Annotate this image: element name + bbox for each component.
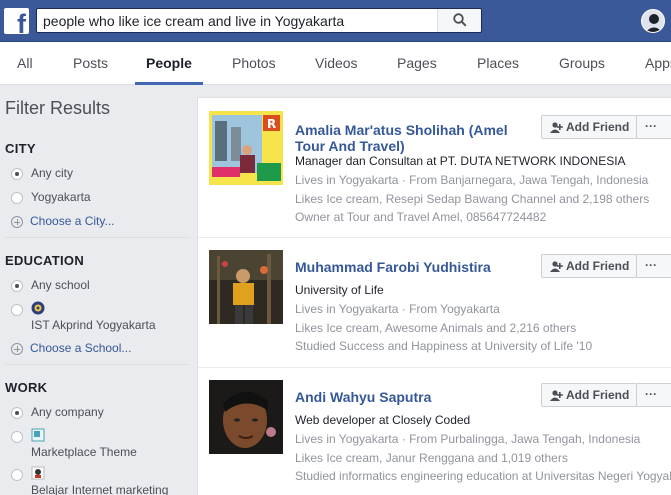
profile-photo[interactable]	[209, 380, 283, 454]
profile-photo[interactable]: R	[209, 111, 283, 185]
top-bar: f	[0, 0, 671, 42]
school-logo-icon	[31, 301, 45, 315]
radio-selected-icon	[11, 406, 23, 419]
result-card: R Amalia Mar'atus Sholihah (Amel Tour An…	[198, 98, 671, 237]
tab-apps[interactable]: Apps	[645, 42, 671, 85]
company-any-label: Any company	[31, 405, 104, 419]
city-option-any[interactable]: Any city	[11, 166, 73, 180]
filter-sidebar: Filter Results CITY Any city Yogyakarta …	[0, 86, 196, 495]
profile-avatar-icon[interactable]	[641, 9, 665, 33]
tab-people[interactable]: People	[135, 42, 203, 85]
school-option-akprind[interactable]: IST Akprind Yogyakarta	[11, 301, 156, 332]
add-friend-icon	[550, 390, 563, 401]
result-lives: Lives in Yogyakarta · From Purbalingga, …	[295, 432, 641, 446]
more-options-button[interactable]: ···	[636, 383, 671, 407]
result-name-link[interactable]: Muhammad Farobi Yudhistira	[295, 259, 525, 275]
more-dots-icon: ···	[645, 119, 657, 133]
tab-places[interactable]: Places	[477, 42, 519, 85]
add-friend-label: Add Friend	[566, 120, 630, 134]
company-logo-icon	[31, 466, 45, 480]
search-tabs: All Posts People Photos Videos Pages Pla…	[0, 42, 671, 85]
more-options-button[interactable]: ···	[636, 254, 671, 278]
result-card: Muhammad Farobi Yudhistira University of…	[198, 238, 671, 378]
tab-pages[interactable]: Pages	[397, 42, 437, 85]
tab-posts[interactable]: Posts	[73, 42, 108, 85]
add-friend-button[interactable]: Add Friend	[541, 115, 637, 139]
radio-icon	[11, 468, 23, 481]
radio-icon	[11, 303, 23, 316]
facebook-logo-icon[interactable]: f	[4, 8, 29, 34]
svg-text:R: R	[267, 117, 276, 131]
result-likes: Likes Ice cream, Janur Renggana and 1,01…	[295, 451, 568, 465]
school-akprind-label: IST Akprind Yogyakarta	[31, 318, 156, 332]
result-lives: Lives in Yogyakarta · From Banjarnegara,…	[295, 173, 649, 187]
tab-all[interactable]: All	[17, 42, 33, 85]
result-headline: Manager dan Consultan at PT. DUTA NETWOR…	[295, 154, 626, 168]
result-headline: University of Life	[295, 283, 384, 297]
choose-school-label: Choose a School...	[30, 341, 132, 355]
add-friend-button[interactable]: Add Friend	[541, 254, 637, 278]
plus-circle-icon	[11, 215, 23, 228]
result-name-link[interactable]: Andi Wahyu Saputra	[295, 389, 525, 405]
tab-videos[interactable]: Videos	[315, 42, 358, 85]
radio-icon	[11, 430, 23, 443]
tab-groups[interactable]: Groups	[559, 42, 605, 85]
city-any-label: Any city	[31, 166, 74, 180]
more-options-button[interactable]: ···	[636, 115, 671, 139]
result-name-link[interactable]: Amalia Mar'atus Sholihah (Amel Tour And …	[295, 122, 525, 154]
search-results: R Amalia Mar'atus Sholihah (Amel Tour An…	[197, 97, 671, 495]
more-dots-icon: ···	[645, 258, 657, 272]
search-box	[36, 8, 482, 33]
profile-photo[interactable]	[209, 250, 283, 324]
choose-school-link[interactable]: Choose a School...	[11, 341, 131, 355]
result-extra: Owner at Tour and Travel Amel, 085647724…	[295, 210, 547, 224]
company-logo-icon	[31, 428, 45, 442]
filter-results-title: Filter Results	[5, 98, 111, 118]
education-section-title: EDUCATION	[5, 253, 85, 268]
company-option-belajar[interactable]: Belajar Internet marketing	[11, 466, 168, 495]
divider	[5, 364, 190, 365]
company-belajar-label: Belajar Internet marketing	[31, 483, 169, 495]
facebook-logo-letter: f	[17, 9, 26, 35]
result-lives: Lives in Yogyakarta · From Yogyakarta	[295, 302, 500, 316]
tab-photos[interactable]: Photos	[232, 42, 276, 85]
search-button[interactable]	[437, 9, 481, 32]
city-yogyakarta-label: Yogyakarta	[31, 190, 91, 204]
company-marketplace-label: Marketplace Theme	[31, 445, 137, 459]
result-extra: Studied Success and Happiness at Univers…	[295, 339, 593, 353]
radio-selected-icon	[11, 279, 23, 292]
radio-selected-icon	[11, 167, 23, 180]
city-option-yogyakarta[interactable]: Yogyakarta	[11, 190, 91, 204]
result-likes: Likes Ice cream, Resepi Sedap Bawang Cha…	[295, 192, 650, 206]
result-headline: Web developer at Closely Coded	[295, 413, 471, 427]
result-likes: Likes Ice cream, Awesome Animals and 2,2…	[295, 321, 577, 335]
school-option-any[interactable]: Any school	[11, 278, 90, 292]
divider	[5, 237, 190, 238]
radio-icon	[11, 191, 23, 204]
more-dots-icon: ···	[645, 387, 657, 401]
add-friend-icon	[550, 122, 563, 133]
search-input[interactable]	[37, 9, 437, 32]
add-friend-icon	[550, 261, 563, 272]
choose-city-label: Choose a City...	[30, 214, 115, 228]
add-friend-button[interactable]: Add Friend	[541, 383, 637, 407]
search-icon	[453, 13, 467, 27]
work-section-title: WORK	[5, 380, 48, 395]
add-friend-label: Add Friend	[566, 259, 630, 273]
school-any-label: Any school	[31, 278, 90, 292]
add-friend-label: Add Friend	[566, 388, 630, 402]
choose-city-link[interactable]: Choose a City...	[11, 214, 114, 228]
result-extra: Studied informatics engineering educatio…	[295, 469, 671, 483]
city-section-title: CITY	[5, 141, 36, 156]
plus-circle-icon	[11, 342, 23, 355]
company-option-any[interactable]: Any company	[11, 405, 104, 419]
result-card: Andi Wahyu Saputra Web developer at Clos…	[198, 368, 671, 495]
company-option-marketplace[interactable]: Marketplace Theme	[11, 428, 137, 459]
